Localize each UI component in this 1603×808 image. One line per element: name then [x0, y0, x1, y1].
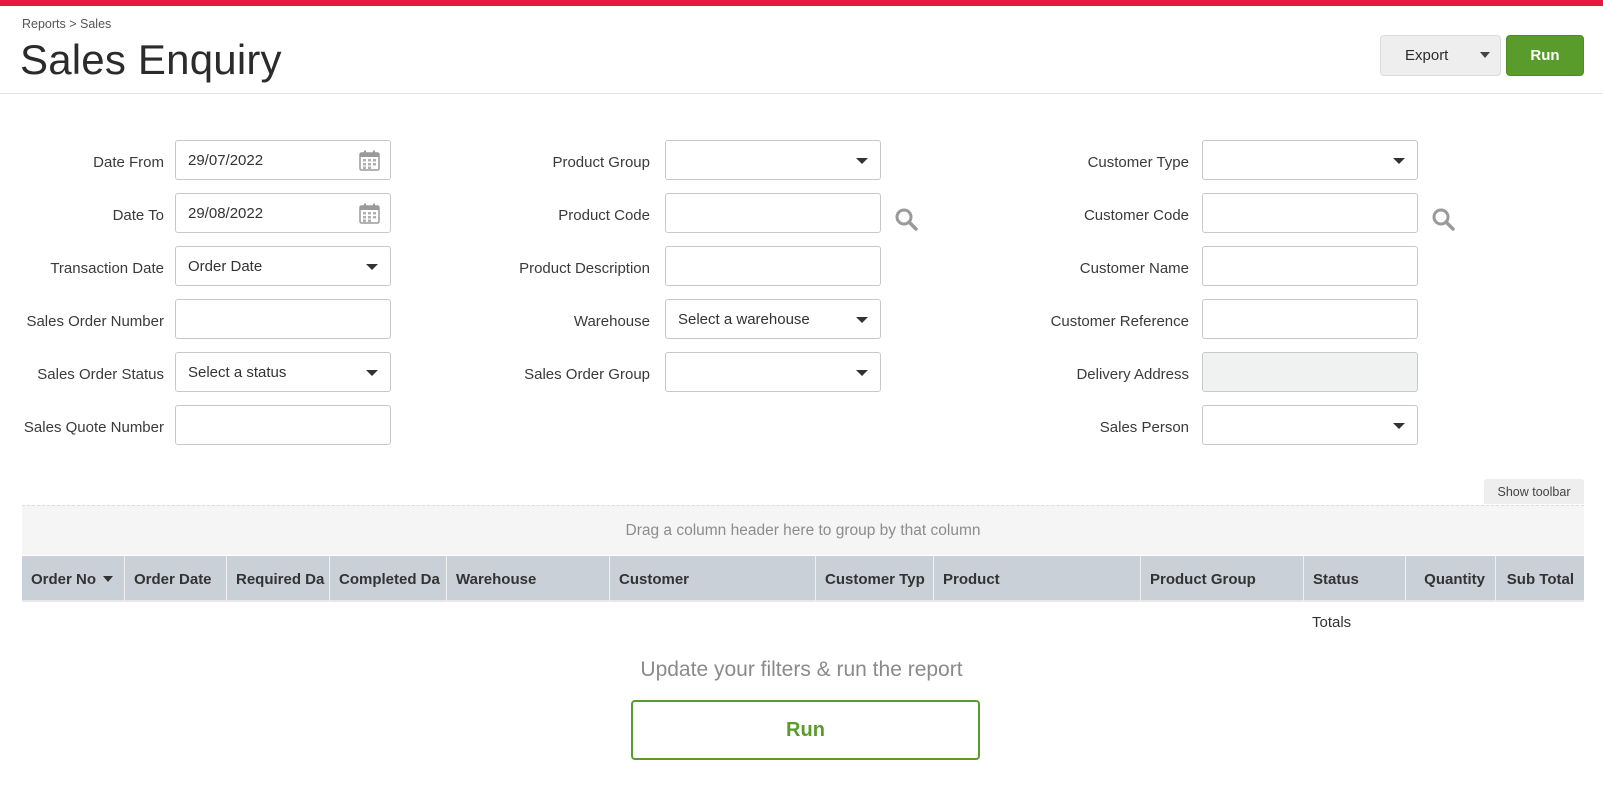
column-header-label: Order No	[31, 570, 97, 588]
chevron-down-icon	[1480, 52, 1490, 58]
date-to-value: 29/08/2022	[188, 204, 264, 222]
sales-order-number-input[interactable]	[175, 299, 391, 339]
grid-header-row: Order No Order Date Required Da Complete…	[22, 556, 1584, 602]
product-group-select[interactable]	[665, 140, 881, 180]
customer-code-input[interactable]	[1202, 193, 1418, 233]
page-title: Sales Enquiry	[20, 36, 282, 83]
product-description-label: Product Description	[519, 260, 650, 277]
sales-order-group-select[interactable]	[665, 352, 881, 392]
chevron-down-icon	[1393, 423, 1405, 429]
customer-reference-label: Customer Reference	[1050, 313, 1189, 330]
column-header-sub-total[interactable]: Sub Total	[1496, 556, 1584, 602]
column-header-label: Product	[943, 570, 1000, 588]
column-header-label: Status	[1313, 570, 1359, 588]
delivery-address-label: Delivery Address	[1076, 366, 1189, 383]
search-icon[interactable]	[1431, 207, 1455, 231]
group-by-panel[interactable]: Drag a column header here to group by th…	[22, 505, 1584, 555]
column-header-warehouse[interactable]: Warehouse	[447, 556, 610, 602]
column-header-label: Product Group	[1150, 570, 1256, 588]
column-header-label: Order Date	[134, 570, 212, 588]
sales-order-status-select[interactable]: Select a status	[175, 352, 391, 392]
column-header-customer-type[interactable]: Customer Typ	[816, 556, 934, 602]
customer-reference-input[interactable]	[1202, 299, 1418, 339]
totals-label: Totals	[1312, 614, 1352, 631]
date-from-field[interactable]: 29/07/2022	[175, 140, 391, 180]
column-header-label: Quantity	[1424, 570, 1485, 588]
column-header-label: Completed Da	[339, 570, 440, 588]
product-code-label: Product Code	[558, 207, 650, 224]
column-header-label: Warehouse	[456, 570, 537, 588]
export-button-label: Export	[1405, 47, 1449, 64]
sales-order-group-label: Sales Order Group	[524, 366, 650, 383]
sales-person-label: Sales Person	[1099, 419, 1189, 436]
warehouse-value: Select a warehouse	[678, 310, 810, 328]
column-header-status[interactable]: Status	[1304, 556, 1406, 602]
breadcrumb[interactable]: Reports > Sales	[22, 17, 111, 31]
column-header-label: Customer	[619, 570, 690, 588]
chevron-down-icon	[1393, 158, 1405, 164]
sales-order-status-label: Sales Order Status	[37, 366, 164, 383]
run-report-button[interactable]: Run	[631, 700, 980, 760]
column-header-label: Required Da	[236, 570, 325, 588]
sales-order-number-label: Sales Order Number	[26, 313, 164, 330]
date-from-label: Date From	[93, 154, 164, 171]
column-header-quantity[interactable]: Quantity	[1406, 556, 1496, 602]
product-group-label: Product Group	[552, 154, 650, 171]
transaction-date-select[interactable]: Order Date	[175, 246, 391, 286]
column-header-completed-date[interactable]: Completed Da	[330, 556, 447, 602]
column-header-required-date[interactable]: Required Da	[227, 556, 330, 602]
transaction-date-value: Order Date	[188, 257, 263, 275]
chevron-down-icon	[856, 158, 868, 164]
group-by-hint: Drag a column header here to group by th…	[625, 521, 981, 539]
chevron-down-icon	[366, 370, 378, 376]
sales-quote-number-input[interactable]	[175, 405, 391, 445]
product-description-input[interactable]	[665, 246, 881, 286]
warehouse-label: Warehouse	[573, 313, 650, 330]
chevron-down-icon	[856, 317, 868, 323]
date-to-label: Date To	[112, 207, 164, 224]
run-button[interactable]: Run	[1506, 35, 1584, 76]
column-header-product-group[interactable]: Product Group	[1141, 556, 1304, 602]
calendar-icon[interactable]	[359, 203, 380, 224]
customer-type-label: Customer Type	[1087, 154, 1189, 171]
sales-order-status-value: Select a status	[188, 363, 287, 381]
export-button[interactable]: Export	[1380, 35, 1501, 76]
page-header: Reports > Sales Sales Enquiry Export Run	[0, 6, 1603, 94]
delivery-address-input	[1202, 352, 1418, 392]
column-header-order-date[interactable]: Order Date	[125, 556, 227, 602]
show-toolbar-button[interactable]: Show toolbar	[1484, 479, 1584, 504]
customer-name-label: Customer Name	[1079, 260, 1189, 277]
column-header-customer[interactable]: Customer	[610, 556, 816, 602]
transaction-date-label: Transaction Date	[50, 260, 164, 277]
customer-code-label: Customer Code	[1083, 207, 1189, 224]
search-icon[interactable]	[894, 207, 918, 231]
column-header-order-no[interactable]: Order No	[22, 556, 125, 602]
warehouse-select[interactable]: Select a warehouse	[665, 299, 881, 339]
empty-state-message: Update your filters & run the report	[640, 658, 963, 681]
date-from-value: 29/07/2022	[188, 151, 264, 169]
column-header-label: Customer Typ	[825, 570, 925, 588]
customer-name-input[interactable]	[1202, 246, 1418, 286]
column-header-product[interactable]: Product	[934, 556, 1141, 602]
column-header-label: Sub Total	[1506, 570, 1574, 588]
customer-type-select[interactable]	[1202, 140, 1418, 180]
date-to-field[interactable]: 29/08/2022	[175, 193, 391, 233]
chevron-down-icon	[366, 264, 378, 270]
product-code-input[interactable]	[665, 193, 881, 233]
sort-descending-icon	[103, 576, 114, 582]
sales-person-select[interactable]	[1202, 405, 1418, 445]
sales-quote-number-label: Sales Quote Number	[23, 419, 164, 436]
chevron-down-icon	[856, 370, 868, 376]
calendar-icon[interactable]	[359, 150, 380, 171]
